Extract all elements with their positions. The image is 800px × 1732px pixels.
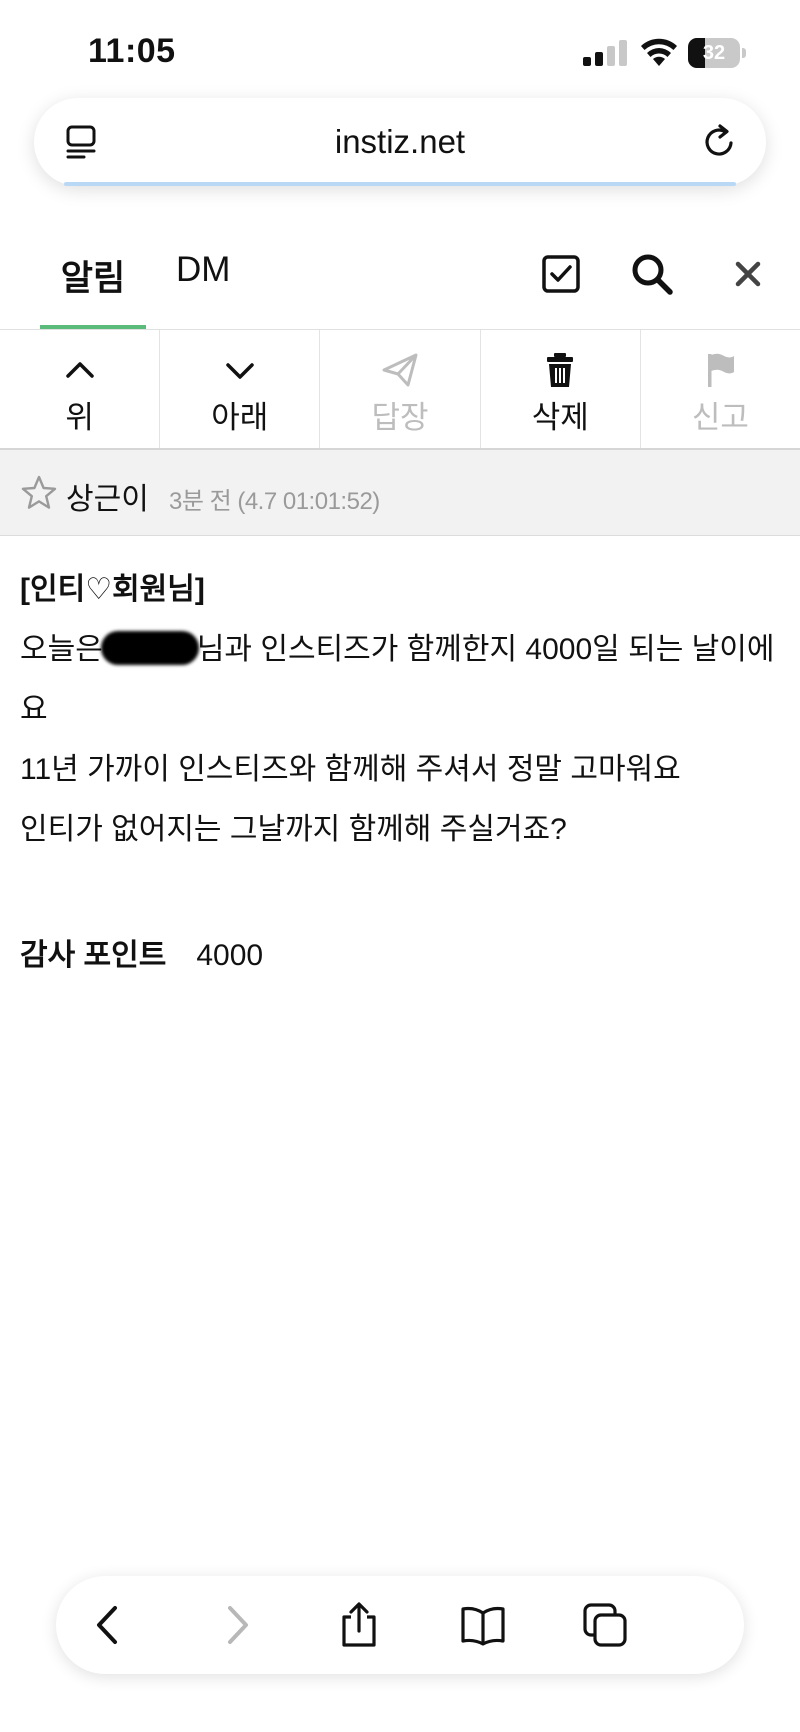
tab-notifications[interactable]: 알림 xyxy=(40,250,146,301)
page-load-progress xyxy=(64,182,736,186)
message-title: [인티♡회원님] xyxy=(20,573,205,606)
message-line-3: 인티가 없어지는 그날까지 함께해 주실거죠? xyxy=(20,813,567,846)
chevron-up-icon xyxy=(65,362,94,378)
bookmarks-icon[interactable] xyxy=(460,1602,506,1648)
browser-bottom-toolbar xyxy=(56,1576,744,1674)
up-button[interactable]: 위 xyxy=(0,330,161,448)
flag-icon xyxy=(708,353,735,387)
search-icon[interactable] xyxy=(628,250,676,298)
active-tab-indicator xyxy=(40,325,146,329)
forward-icon[interactable] xyxy=(213,1602,259,1648)
message-line-1-end: 님과 인스티즈가 함께한지 4000일 되는 날이에 xyxy=(196,633,775,666)
report-button-label: 신고 xyxy=(691,400,749,435)
up-button-label: 위 xyxy=(65,400,94,435)
reload-icon[interactable] xyxy=(700,122,740,162)
message-body: [인티♡회원님] 오늘은 님과 인스티즈가 함께한지 4000일 되는 날이에 요… xyxy=(20,560,788,860)
thanks-points: 감사 포인트 4000 xyxy=(20,930,263,974)
trash-icon xyxy=(547,353,574,387)
star-icon[interactable] xyxy=(20,474,58,512)
wifi-icon xyxy=(641,38,677,66)
delete-button-label: 삭제 xyxy=(531,400,589,435)
down-button[interactable]: 아래 xyxy=(160,330,321,448)
url-domain: instiz.net xyxy=(334,123,466,160)
redacted-username xyxy=(100,631,199,665)
thanks-points-value: 4000 xyxy=(196,939,264,972)
tab-dm[interactable]: DM xyxy=(176,250,230,290)
paper-plane-icon xyxy=(382,353,418,387)
message-action-toolbar: 위 아래 답장 삭제 신고 xyxy=(0,330,800,450)
reply-button-label: 답장 xyxy=(371,400,429,435)
address-bar[interactable]: instiz.net xyxy=(34,98,766,186)
message-line-2: 11년 가까이 인스티즈와 함께해 주셔서 정말 고마워요 xyxy=(20,753,681,786)
status-time: 11:05 xyxy=(88,32,176,70)
reply-button[interactable]: 답장 xyxy=(320,330,481,448)
status-bar: 11:05 32 xyxy=(0,0,800,100)
thanks-points-label: 감사 포인트 xyxy=(20,939,167,972)
cellular-signal-icon xyxy=(583,40,627,66)
message-line-1-start: 오늘은 xyxy=(20,633,103,666)
delete-button[interactable]: 삭제 xyxy=(481,330,641,448)
message-header: 상근이 3분 전 (4.7 01:01:52) xyxy=(0,450,800,536)
select-checkbox-icon[interactable] xyxy=(537,250,585,298)
battery-icon: 32 xyxy=(688,38,746,68)
battery-level: 32 xyxy=(702,42,726,64)
share-icon[interactable] xyxy=(336,1602,382,1648)
message-line-1: 오늘은 님과 인스티즈가 함께한지 4000일 되는 날이에 xyxy=(20,620,788,680)
close-icon[interactable] xyxy=(724,250,772,298)
message-sender: 상근이 xyxy=(66,483,149,516)
message-line-1-wrap: 요 xyxy=(20,693,48,726)
tabs-icon[interactable] xyxy=(582,1602,628,1648)
chevron-down-icon xyxy=(226,363,254,379)
message-timestamp: 3분 전 (4.7 01:01:52) xyxy=(169,488,380,515)
down-button-label: 아래 xyxy=(211,400,269,435)
report-button[interactable]: 신고 xyxy=(641,330,800,448)
back-icon[interactable] xyxy=(86,1602,132,1648)
tab-bar: 알림 DM xyxy=(0,230,800,330)
